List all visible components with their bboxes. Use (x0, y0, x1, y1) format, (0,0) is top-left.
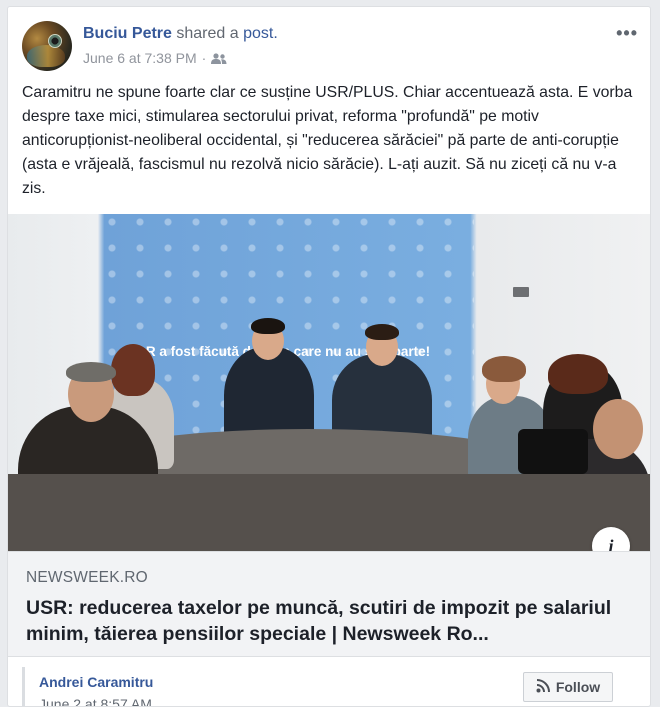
avatar[interactable] (22, 21, 72, 71)
post-meta: June 6 at 7:38 PM · (83, 50, 227, 66)
woman-right-hair (482, 356, 526, 382)
more-options-icon[interactable]: ••• (616, 23, 638, 44)
author-line: Buciu Petre shared a post. (83, 25, 278, 43)
action-text: shared a (176, 25, 239, 42)
table-front (8, 474, 650, 551)
avatar-eye (48, 34, 62, 48)
follow-button[interactable]: Follow (523, 672, 613, 702)
woman-right-2-hair (548, 354, 608, 394)
source-author-name[interactable]: Andrei Caramitru (39, 674, 153, 690)
speaker-left-hair (251, 318, 285, 334)
author-name[interactable]: Buciu Petre (83, 25, 172, 42)
video-camera (518, 429, 588, 474)
meta-separator: · (201, 50, 207, 66)
rss-icon (536, 678, 550, 696)
post-card: Buciu Petre shared a post. June 6 at 7:3… (7, 6, 651, 707)
link-title[interactable]: USR: reducerea taxelor pe muncă, scutiri… (26, 595, 636, 647)
woman-left-hair (111, 344, 155, 396)
follow-label: Follow (555, 679, 601, 695)
man-left-hair (66, 362, 116, 382)
post-header: Buciu Petre shared a post. June 6 at 7:3… (22, 21, 638, 73)
avatar-art (27, 45, 65, 67)
link-domain: NEWSWEEK.RO (26, 569, 148, 586)
source-timestamp[interactable]: June 2 at 8:57 AM (39, 696, 152, 706)
cameraman-head (593, 399, 643, 459)
shared-post-link[interactable]: post. (243, 25, 278, 42)
shared-source: Andrei Caramitru June 2 at 8:57 AM Follo… (22, 667, 640, 706)
link-preview[interactable]: NEWSWEEK.RO USR: reducerea taxelor pe mu… (8, 551, 650, 657)
wall-switch (513, 287, 529, 297)
friends-icon[interactable] (211, 52, 227, 64)
post-text: Caramitru ne spune foarte clar ce susțin… (22, 84, 633, 197)
link-preview-image[interactable]: R a fost făcută de oam care nu au sti op… (8, 214, 650, 551)
speaker-right-hair (365, 324, 399, 340)
post-timestamp[interactable]: June 6 at 7:38 PM (83, 50, 197, 66)
